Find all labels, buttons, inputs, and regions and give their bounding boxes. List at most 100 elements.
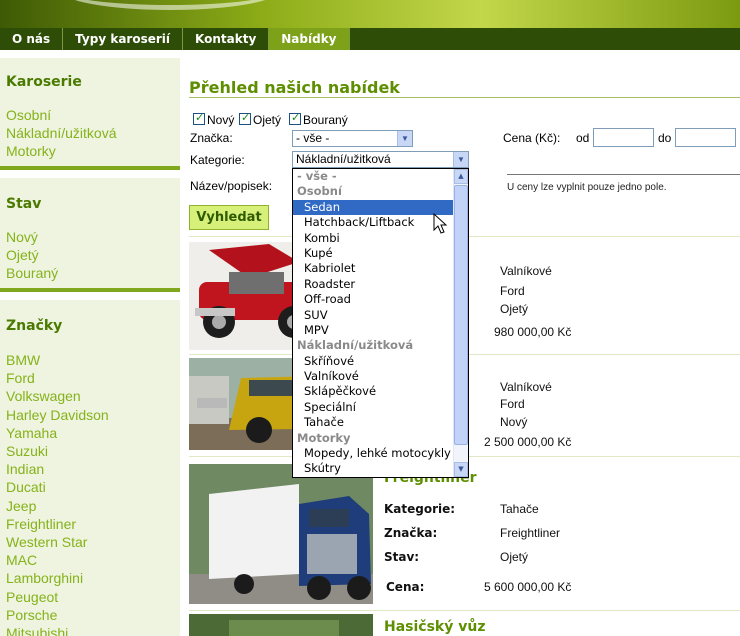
sidebar-item-brand[interactable]: Lamborghini (6, 570, 83, 586)
checkbox-ojety[interactable] (239, 111, 251, 125)
top-nav: O nás Typy karoserií Kontakty Nabídky (0, 28, 740, 50)
checkbox-bourany-label: Bouraný (303, 113, 348, 127)
sidebar-title-karoserie: Karoserie (6, 74, 82, 90)
listing-3-cena-label: Cena: (386, 580, 425, 594)
sidebar-item-motorky[interactable]: Motorky (6, 143, 56, 159)
cena-do-label: do (658, 131, 672, 145)
nav-item-o-nas[interactable]: O nás (0, 28, 64, 50)
sidebar-divider (0, 166, 180, 170)
cena-od-input[interactable] (593, 128, 654, 147)
listing-photo-freightliner[interactable] (189, 464, 373, 604)
sidebar-divider (0, 288, 180, 292)
dropdown-option[interactable]: - vše - (293, 169, 454, 184)
checkbox-novy-label: Nový (207, 113, 235, 127)
listing-1-znacka: Ford (500, 284, 525, 298)
dropdown-option[interactable]: MPV (293, 323, 454, 338)
dropdown-optgroup: Nákladní/užitková (297, 338, 414, 353)
sidebar-item-brand[interactable]: Jeep (6, 498, 36, 514)
sidebar-item-brand[interactable]: Volkswagen (6, 388, 81, 404)
sidebar-item-brand[interactable]: Ford (6, 370, 35, 386)
sidebar-item-brand[interactable]: Porsche (6, 607, 57, 623)
listing-1-cena: 980 000,00 Kč (494, 325, 572, 339)
dropdown-option[interactable]: Off-road (293, 292, 454, 307)
listing-3-kategorie-label: Kategorie: (384, 502, 456, 516)
search-button[interactable]: Vyhledat (189, 205, 269, 230)
dropdown-option[interactable]: Skútry (293, 461, 454, 476)
listing-divider (189, 610, 740, 611)
sidebar-item-brand[interactable]: Mitsubishi (6, 625, 68, 636)
sidebar-item-brand[interactable]: Suzuki (6, 443, 48, 459)
dropdown-optgroup: Motorky (297, 430, 351, 445)
sidebar-title-znacky: Značky (6, 318, 63, 334)
sidebar-item-brand[interactable]: Peugeot (6, 589, 58, 605)
dropdown-option[interactable]: Sedan (293, 199, 454, 216)
cena-label: Cena (Kč): (503, 131, 561, 145)
listing-2-stav: Nový (500, 415, 528, 429)
sidebar-item-bourany[interactable]: Bouraný (6, 265, 58, 281)
listing-1-kategorie: Valníkové (500, 264, 552, 278)
kategorie-select[interactable]: Nákladní/užitková ▼ (292, 151, 469, 168)
dropdown-option[interactable]: Speciální (293, 400, 454, 415)
listing-2-kategorie: Valníkové (500, 380, 552, 394)
scroll-thumb[interactable] (454, 185, 468, 445)
dropdown-option[interactable]: Roadster (293, 277, 454, 292)
dropdown-option[interactable]: SUV (293, 308, 454, 323)
sidebar-item-brand[interactable]: Freightliner (6, 516, 76, 532)
sidebar-item-brand[interactable]: Indian (6, 461, 44, 477)
dropdown-scrollbar[interactable]: ▲ ▼ (453, 169, 468, 477)
dropdown-option[interactable]: Kombi (293, 231, 454, 246)
listing-4-title[interactable]: Hasičský vůz (384, 619, 485, 635)
checkbox-bourany[interactable] (289, 111, 301, 125)
sidebar-item-brand[interactable]: Western Star (6, 534, 87, 550)
checkbox-novy[interactable] (193, 111, 205, 125)
listing-1-stav: Ojetý (500, 302, 529, 316)
sidebar-title-stav: Stav (6, 196, 42, 212)
listing-2-znacka: Ford (500, 397, 525, 411)
chevron-down-icon: ▼ (453, 152, 468, 167)
listing-3-kategorie: Tahače (500, 502, 539, 516)
listing-3-cena: 5 600 000,00 Kč (484, 580, 572, 594)
freightliner-image (189, 464, 373, 604)
sidebar-item-brand[interactable]: Harley Davidson (6, 407, 109, 423)
listing-3-znacka-label: Značka: (384, 526, 438, 540)
sidebar-item-osobni[interactable]: Osobní (6, 107, 51, 123)
dropdown-option[interactable]: Kabriolet (293, 261, 454, 276)
mouse-cursor-icon (433, 213, 447, 234)
listing-photo-hasicsky-vuz[interactable] (189, 614, 373, 636)
scroll-down-icon[interactable]: ▼ (454, 462, 468, 477)
nav-item-typy-karoserii[interactable]: Typy karoserií (63, 28, 184, 50)
nav-item-kontakty[interactable]: Kontakty (183, 28, 270, 50)
nazev-label: Název/popisek: (190, 179, 273, 193)
listing-3-znacka: Freightliner (500, 526, 561, 540)
sidebar-item-ojety[interactable]: Ojetý (6, 247, 39, 263)
cena-do-input[interactable] (675, 128, 736, 147)
chevron-down-icon: ▼ (397, 131, 412, 146)
hint-divider (507, 174, 740, 175)
nav-item-nabidky[interactable]: Nabídky (269, 28, 350, 50)
sidebar: Karoserie Osobní Nákladní/užitková Motor… (0, 50, 180, 636)
dropdown-options: - vše - Osobní Sedan Hatchback/Liftback Komb… (293, 169, 454, 477)
dropdown-option[interactable]: Hatchback/Liftback (293, 215, 454, 230)
header-banner (0, 0, 740, 28)
dropdown-option[interactable]: Skříňové (293, 354, 454, 369)
znacka-select[interactable]: - vše - ▼ (292, 130, 413, 147)
sidebar-item-brand[interactable]: MAC (6, 552, 37, 568)
dropdown-option[interactable]: Kupé (293, 246, 454, 261)
listing-3-stav-label: Stav: (384, 550, 420, 564)
znacka-label: Značka: (190, 131, 233, 145)
hasicsky-vuz-image (189, 614, 373, 636)
sidebar-item-nakladni[interactable]: Nákladní/užitková (6, 125, 117, 141)
sidebar-item-brand[interactable]: BMW (6, 352, 40, 368)
sidebar-item-novy[interactable]: Nový (6, 229, 38, 245)
dropdown-option[interactable]: Sklápěčkové (293, 384, 454, 399)
dropdown-option[interactable]: Tahače (293, 415, 454, 430)
dropdown-option[interactable]: Mopedy, lehké motocykly (293, 446, 454, 461)
listing-2-cena: 2 500 000,00 Kč (484, 435, 572, 449)
scroll-up-icon[interactable]: ▲ (454, 169, 468, 184)
banner-swoosh-decoration (60, 0, 280, 10)
price-hint: U ceny lze vyplnit pouze jedno pole. (507, 182, 667, 193)
dropdown-option[interactable]: Valníkové (293, 369, 454, 384)
sidebar-item-brand[interactable]: Ducati (6, 479, 46, 495)
sidebar-item-brand[interactable]: Yamaha (6, 425, 57, 441)
listing-3-stav: Ojetý (500, 550, 529, 564)
